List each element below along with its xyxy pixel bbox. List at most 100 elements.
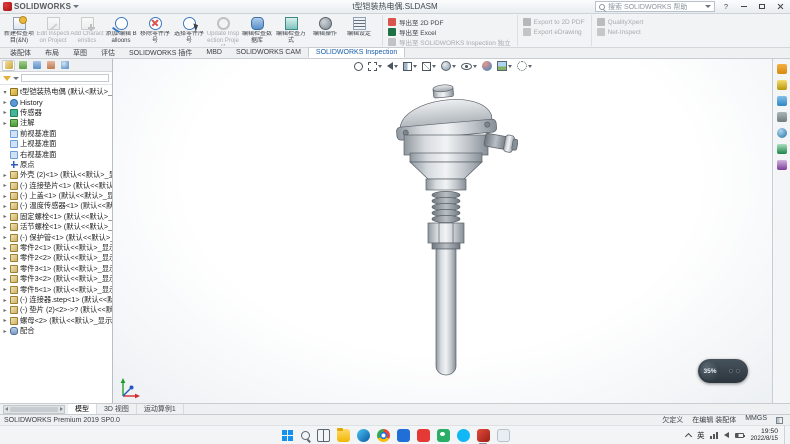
- tree-expand-arrow-icon[interactable]: ▸: [2, 297, 8, 304]
- tree-item[interactable]: ▸ 零件2<2> (默认<<默认>_显示状态: [2, 253, 112, 263]
- tree-item[interactable]: ▸ (-) 连接器.step<1> (默认<<默认>_: [2, 295, 112, 305]
- ribbon-button[interactable]: 编辑检查数据库: [240, 15, 274, 46]
- file-menu-arrow-icon[interactable]: [73, 5, 79, 8]
- horizontal-scrollbar[interactable]: [3, 405, 65, 414]
- command-tab[interactable]: SOLIDWORKS CAM: [229, 47, 308, 58]
- search-box[interactable]: 搜索 SOLIDWORKS 帮助: [595, 1, 715, 12]
- tree-item[interactable]: ▸ 螺母<2> (默认<<默认>_显示状态: [2, 316, 112, 326]
- tree-item[interactable]: ▸ (-) 连接垫片<1> (默认<<默认>_显...: [2, 181, 112, 191]
- tree-item[interactable]: ▸ (-) 垫片 (2)<2>->? (默认<<默认>: [2, 305, 112, 315]
- tree-expand-arrow-icon[interactable]: ▸: [2, 99, 8, 106]
- widget-dot-icon[interactable]: [736, 369, 740, 373]
- volume-icon[interactable]: [724, 432, 729, 438]
- tree-item[interactable]: 原点: [2, 160, 112, 170]
- filter-icon[interactable]: [3, 76, 11, 81]
- maximize-button[interactable]: [755, 1, 769, 12]
- previous-view-button[interactable]: [387, 62, 398, 70]
- zoom-to-fit-button[interactable]: [354, 62, 363, 71]
- widget-dot-icon[interactable]: [729, 369, 733, 373]
- ime-language-indicator[interactable]: 英: [697, 430, 705, 441]
- ribbon-button[interactable]: 选择零件序号: [172, 15, 206, 46]
- tree-expand-arrow-icon[interactable]: ▸: [2, 307, 8, 314]
- ribbon-export-button[interactable]: Export eDrawing: [523, 28, 585, 36]
- displaymanager-tab[interactable]: [58, 60, 71, 71]
- tree-item[interactable]: ▸ (-) 上盖<1> (默认<<默认>_显示状...: [2, 191, 112, 201]
- tree-expand-arrow-icon[interactable]: ▸: [2, 224, 8, 231]
- clock[interactable]: 19:50 2022/8/15: [750, 428, 778, 442]
- tree-item[interactable]: ▸ History: [2, 97, 112, 107]
- tree-expand-arrow-icon[interactable]: ▸: [2, 286, 8, 293]
- minimize-button[interactable]: [737, 1, 751, 12]
- tree-expand-arrow-icon[interactable]: ▸: [2, 172, 8, 179]
- tree-expand-arrow-icon[interactable]: ▸: [2, 203, 8, 210]
- tree-item[interactable]: ▸ 传感器: [2, 108, 112, 118]
- display-style-button[interactable]: [441, 61, 456, 71]
- tree-expand-arrow-icon[interactable]: ▸: [2, 245, 8, 252]
- show-desktop-button[interactable]: [784, 426, 787, 444]
- tree-expand-arrow-icon[interactable]: ▸: [2, 109, 8, 116]
- ribbon-export-button[interactable]: 导出至 2D PDF: [388, 18, 511, 26]
- view-orientation-button[interactable]: [422, 62, 436, 71]
- tree-item[interactable]: ▸ 配合: [2, 326, 112, 336]
- ribbon-export-button[interactable]: 导出至 SOLIDWORKS Inspection 独立: [388, 38, 511, 46]
- scroll-right-icon[interactable]: [60, 407, 63, 411]
- ribbon-export-button[interactable]: Export to 2D PDF: [523, 18, 585, 26]
- command-tab[interactable]: 布局: [38, 47, 66, 58]
- help-button[interactable]: ?: [719, 1, 733, 12]
- tree-item[interactable]: ▸ 零件5<1> (默认<<默认>_显示状态: [2, 284, 112, 294]
- featuremanager-tab[interactable]: [2, 60, 15, 71]
- appearances-icon[interactable]: [777, 128, 787, 138]
- red-app-icon[interactable]: [417, 429, 430, 442]
- start-button[interactable]: [281, 429, 294, 442]
- wps-icon[interactable]: [497, 429, 510, 442]
- tree-item[interactable]: 上视基准面: [2, 139, 112, 149]
- graphics-viewport[interactable]: 35%: [113, 59, 772, 403]
- hide-show-items-button[interactable]: [461, 63, 477, 70]
- command-tab[interactable]: SOLIDWORKS Inspection: [308, 47, 405, 58]
- ribbon-button[interactable]: 编辑检查方式: [274, 15, 308, 46]
- floating-assistant-widget[interactable]: 35%: [698, 359, 748, 383]
- document-tab[interactable]: 3D 视图: [97, 404, 137, 415]
- command-tab[interactable]: 草图: [66, 47, 94, 58]
- tree-expand-arrow-icon[interactable]: ▸: [2, 317, 8, 324]
- command-tab[interactable]: 评估: [94, 47, 122, 58]
- section-view-button[interactable]: [403, 62, 417, 71]
- chrome-icon[interactable]: [377, 429, 390, 442]
- configurationmanager-tab[interactable]: [30, 60, 43, 71]
- document-tab[interactable]: 模型: [68, 404, 97, 415]
- tree-item[interactable]: ▸ 注解: [2, 118, 112, 128]
- filter-dropdown-icon[interactable]: [13, 77, 19, 80]
- tree-item[interactable]: 右视基准面: [2, 149, 112, 159]
- tree-expand-arrow-icon[interactable]: ▾: [2, 89, 8, 96]
- ribbon-button[interactable]: Add Characteristics: [70, 15, 104, 46]
- ribbon-button[interactable]: 移除零件序号: [138, 15, 172, 46]
- qq-icon[interactable]: [457, 429, 470, 442]
- design-library-icon[interactable]: [777, 80, 787, 90]
- tree-expand-arrow-icon[interactable]: ▸: [2, 120, 8, 127]
- solidworks-resources-icon[interactable]: [777, 64, 787, 74]
- edge-icon[interactable]: [357, 429, 370, 442]
- search-dropdown-icon[interactable]: [705, 5, 711, 8]
- ribbon-export-button[interactable]: 导出至 Excel: [388, 28, 511, 36]
- tree-expand-arrow-icon[interactable]: ▸: [2, 193, 8, 200]
- tree-expand-arrow-icon[interactable]: ▸: [2, 255, 8, 262]
- tree-item[interactable]: ▸ 外壳 (2)<1> (默认<<默认>_显示状...: [2, 170, 112, 180]
- search-button[interactable]: [301, 431, 310, 440]
- hidden-icons-chevron-icon[interactable]: [685, 432, 692, 439]
- ribbon-export-button[interactable]: Net-Inspect: [597, 28, 644, 36]
- apply-scene-button[interactable]: [497, 61, 512, 71]
- tree-expand-arrow-icon[interactable]: ▸: [2, 213, 8, 220]
- solidworks-forum-icon[interactable]: [777, 160, 787, 170]
- dimxpertmanager-tab[interactable]: [44, 60, 57, 71]
- tree-item[interactable]: ▸ 固定螺栓<1> (默认<<默认>_显示...: [2, 212, 112, 222]
- custom-properties-icon[interactable]: [777, 144, 787, 154]
- ribbon-button[interactable]: Update Inspection Project: [206, 15, 240, 46]
- file-explorer-pane-icon[interactable]: [777, 96, 787, 106]
- tree-item[interactable]: ▸ 零件2<1> (默认<<默认>_显示状态: [2, 243, 112, 253]
- ribbon-export-button[interactable]: QualityXpert: [597, 18, 644, 26]
- tree-expand-arrow-icon[interactable]: ▸: [2, 276, 8, 283]
- zoom-to-area-button[interactable]: [368, 62, 382, 71]
- thermocouple-3d-model[interactable]: [388, 83, 518, 383]
- solidworks-taskbar-icon[interactable]: [477, 429, 490, 442]
- command-tab[interactable]: 装配体: [3, 47, 38, 58]
